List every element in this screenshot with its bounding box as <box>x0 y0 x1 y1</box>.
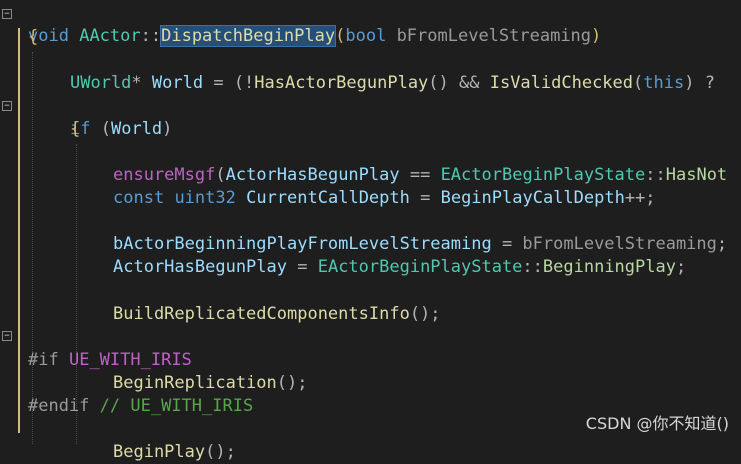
token: :: <box>522 257 543 277</box>
token: this <box>643 73 685 93</box>
token: ) ? <box>684 73 715 93</box>
token: // UE_WITH_IRIS <box>99 396 254 416</box>
token: BuildReplicatedComponentsInfo <box>113 304 410 324</box>
token: IsValidChecked <box>489 73 634 93</box>
fold-toggle-function[interactable]: − <box>2 9 12 19</box>
fold-toggle-if[interactable]: − <box>2 101 12 111</box>
watermark: CSDN @你不知道() <box>585 414 729 433</box>
code-line-11: ActorHasBegunPlay = EActorBeginPlayState… <box>113 233 686 277</box>
token: AActor <box>79 26 141 46</box>
token: (); <box>276 373 308 393</box>
token: = <box>409 188 441 208</box>
token: #if <box>28 350 59 370</box>
token: ++; <box>624 188 656 208</box>
token: ) <box>162 119 173 139</box>
token: (); <box>205 442 236 462</box>
token: const <box>113 188 165 208</box>
token: World <box>151 73 204 93</box>
token: CurrentCallDepth <box>246 188 410 208</box>
token: = <box>287 257 318 277</box>
code-line-6: { <box>70 119 81 139</box>
code-line-17: #endif // UE_WITH_IRIS <box>28 372 253 416</box>
token: ActorHasBegunPlay <box>113 257 287 277</box>
token: BeginPlay <box>113 442 206 462</box>
code-line-2: { <box>28 27 39 47</box>
token: ( <box>633 73 644 93</box>
token: bFromLevelStreaming <box>396 26 592 46</box>
token: BeginningPlay <box>542 257 676 277</box>
token: ; <box>675 257 687 277</box>
token: ( <box>90 119 111 139</box>
token: EActorBeginPlayState <box>317 257 523 277</box>
token: () && <box>428 73 490 93</box>
token: #endif <box>28 396 90 416</box>
code-line-16: BeginReplication(); <box>113 349 307 393</box>
token: ( <box>335 26 346 46</box>
token: = (! <box>203 73 255 93</box>
token: BeginPlayCallDepth <box>440 188 625 208</box>
fold-toggle-preprocessor[interactable]: − <box>2 331 12 341</box>
code-line-13: BuildReplicatedComponentsInfo(); <box>113 280 441 324</box>
token: uint32 <box>174 188 236 208</box>
code-line-3: UWorld* World = (!HasActorBegunPlay() &&… <box>70 49 715 93</box>
token: World <box>110 119 163 139</box>
code-line-8: const uint32 CurrentCallDepth = BeginPla… <box>113 164 656 208</box>
token: ; <box>716 234 728 254</box>
token: :: <box>140 26 162 46</box>
token: HasNot <box>665 165 728 185</box>
token: HasActorBegunPlay <box>254 73 429 93</box>
code-line-19: BeginPlay(); <box>113 418 236 462</box>
scope-change-bar <box>18 28 20 433</box>
token: * <box>131 73 142 93</box>
code-line-5: if (World) <box>70 95 172 139</box>
code-line-15: #if UE_WITH_IRIS <box>28 326 192 370</box>
token: (); <box>409 304 441 324</box>
code-line-7: ensureMsgf(ActorHasBegunPlay == EActorBe… <box>113 141 727 185</box>
selected-function-name[interactable]: DispatchBeginPlay <box>160 25 337 47</box>
code-line-10: bActorBeginningPlayFromLevelStreaming = … <box>113 210 727 254</box>
token: UWorld <box>70 73 132 93</box>
code-line-1: void AActor::DispatchBeginPlay(bool bFro… <box>28 2 601 47</box>
token: bool <box>345 26 387 46</box>
token: ) <box>591 26 602 46</box>
